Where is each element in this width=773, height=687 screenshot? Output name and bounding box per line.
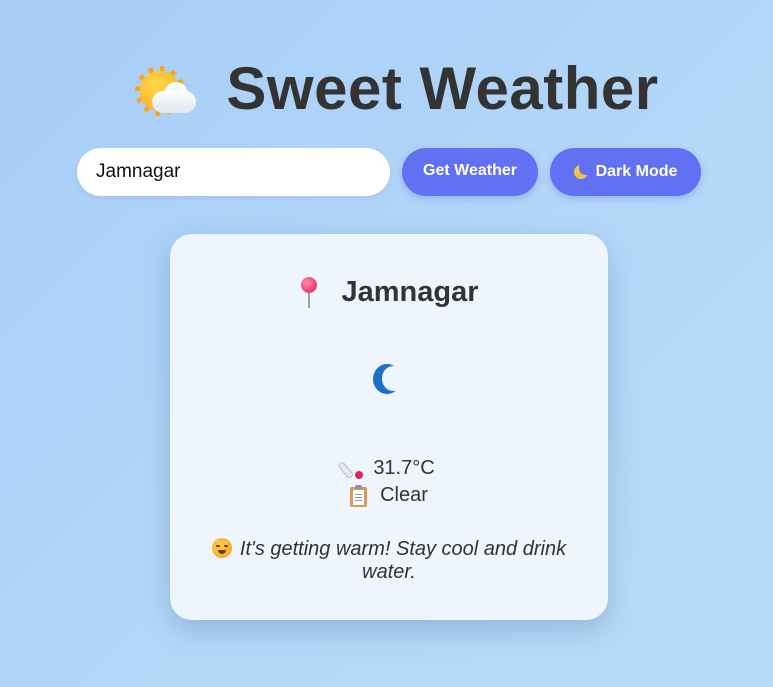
- condition-row: Clear: [170, 484, 608, 507]
- condition-value: Clear: [380, 484, 428, 506]
- pin-icon: [299, 276, 319, 309]
- crescent-moon-weather-icon: [373, 364, 404, 396]
- crescent-moon-icon: [573, 162, 592, 179]
- sun-behind-cloud-icon: [134, 58, 200, 120]
- weather-advice: It's getting warm! Stay cool and drink w…: [204, 538, 574, 584]
- app-title: Sweet Weather: [226, 55, 659, 122]
- weather-card: Jamnagar 31.7°C Clear It's getting warm!: [170, 234, 608, 620]
- search-bar: Get Weather Dark Mode: [77, 148, 701, 196]
- get-weather-label: Get Weather: [423, 161, 517, 179]
- temperature-row: 31.7°C: [170, 457, 608, 480]
- dark-mode-label: Dark Mode: [595, 163, 678, 180]
- get-weather-button[interactable]: Get Weather: [402, 148, 538, 196]
- advice-text: It's getting warm! Stay cool and drink w…: [239, 538, 567, 583]
- app-header: Sweet Weather: [0, 54, 773, 123]
- thermometer-icon: [337, 459, 364, 479]
- city-search-input[interactable]: [77, 148, 390, 196]
- clipboard-icon: [350, 484, 368, 507]
- city-heading: Jamnagar: [170, 276, 608, 309]
- city-name: Jamnagar: [341, 276, 479, 308]
- dark-mode-button[interactable]: Dark Mode: [550, 148, 701, 196]
- temperature-value: 31.7°C: [373, 457, 435, 479]
- hot-face-icon: [211, 538, 232, 558]
